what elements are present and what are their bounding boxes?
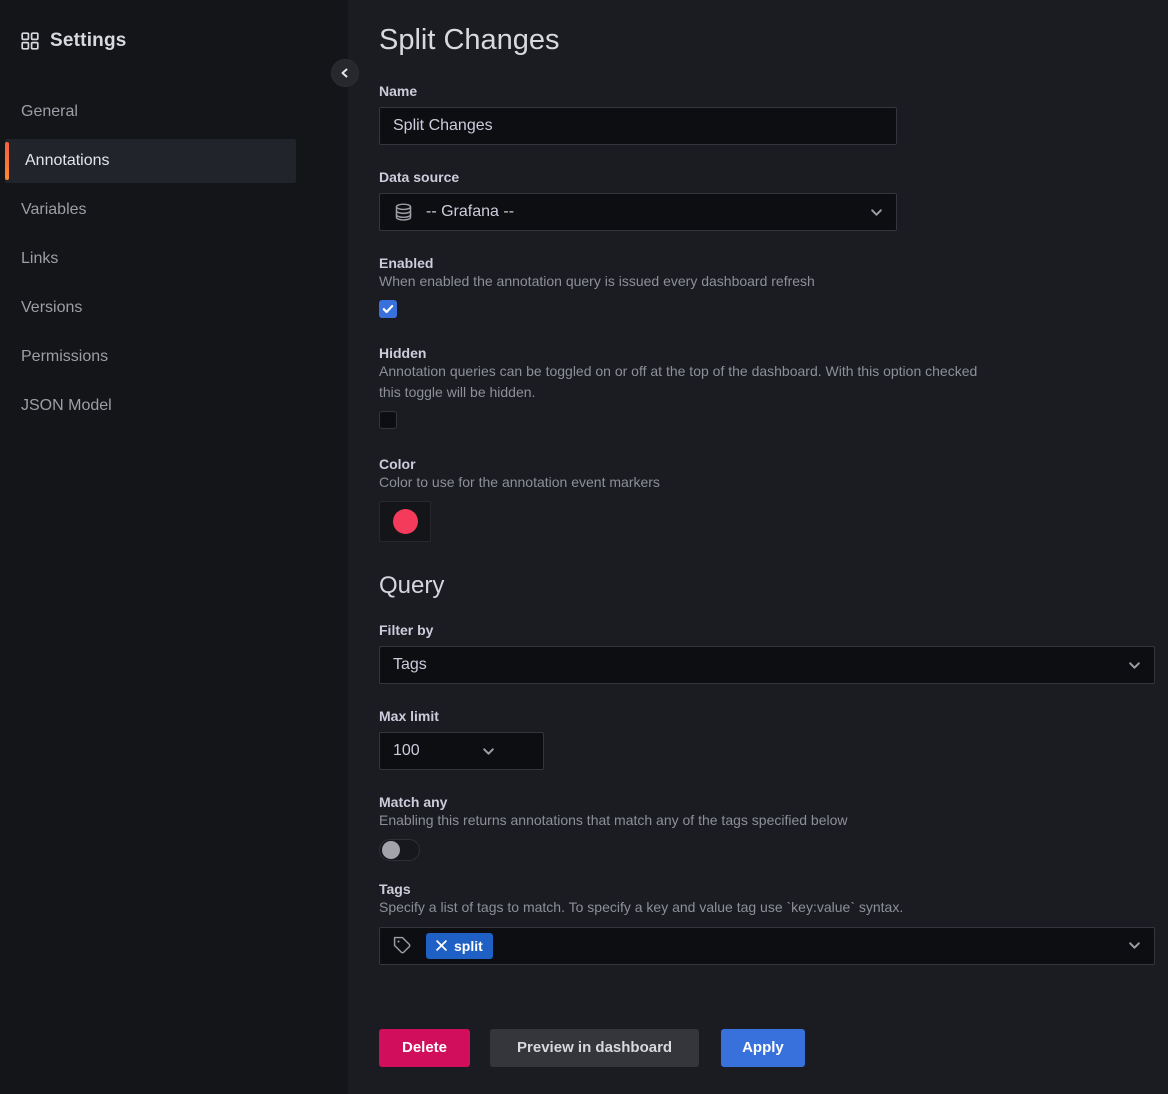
sidebar-header: Settings: [0, 0, 348, 52]
match-any-label: Match any: [379, 794, 1168, 810]
filter-by-label: Filter by: [379, 622, 1168, 638]
hidden-checkbox[interactable]: [379, 411, 397, 429]
sidebar-item-annotations[interactable]: Annotations: [5, 139, 296, 183]
enabled-field-group: Enabled When enabled the annotation quer…: [379, 255, 1168, 318]
sidebar-item-general[interactable]: General: [0, 90, 296, 134]
toggle-knob: [382, 841, 400, 859]
hidden-description: Annotation queries can be toggled on or …: [379, 361, 979, 402]
data-source-field-group: Data source -- Grafana --: [379, 169, 1168, 231]
enabled-description: When enabled the annotation query is iss…: [379, 271, 1168, 291]
color-description: Color to use for the annotation event ma…: [379, 472, 1168, 492]
settings-nav: General Annotations Variables Links Vers…: [0, 90, 348, 428]
hidden-field-group: Hidden Annotation queries can be toggled…: [379, 345, 1168, 429]
enabled-label: Enabled: [379, 255, 1168, 271]
sidebar-item-variables[interactable]: Variables: [0, 188, 296, 232]
tag-chip-split[interactable]: split: [426, 933, 493, 959]
sidebar-item-links[interactable]: Links: [0, 237, 296, 281]
match-any-field-group: Match any Enabling this returns annotati…: [379, 794, 1168, 861]
action-buttons: Delete Preview in dashboard Apply: [379, 1029, 1168, 1067]
name-label: Name: [379, 83, 1168, 99]
enabled-checkbox[interactable]: [379, 300, 397, 318]
color-label: Color: [379, 456, 1168, 472]
tags-field-group: Tags Specify a list of tags to match. To…: [379, 881, 1168, 964]
data-source-label: Data source: [379, 169, 1168, 185]
tag-chip-label: split: [454, 938, 483, 954]
page-title: Split Changes: [379, 24, 1168, 57]
chevron-down-icon: [870, 206, 883, 219]
remove-tag-icon[interactable]: [436, 940, 447, 951]
annotation-color-swatch: [393, 509, 418, 534]
delete-button[interactable]: Delete: [379, 1029, 470, 1067]
apply-button[interactable]: Apply: [721, 1029, 805, 1067]
settings-screen: Settings General Annotations Variables L…: [0, 0, 1168, 1094]
match-any-description: Enabling this returns annotations that m…: [379, 810, 1168, 830]
apps-grid-icon: [21, 32, 39, 50]
chevron-down-icon: [482, 745, 495, 758]
match-any-toggle[interactable]: [379, 839, 420, 861]
filter-by-select[interactable]: Tags: [379, 646, 1155, 684]
tags-input[interactable]: split: [379, 927, 1155, 965]
collapse-sidebar-button[interactable]: [331, 59, 359, 87]
tag-icon: [393, 936, 412, 955]
hidden-label: Hidden: [379, 345, 1168, 361]
filter-by-field-group: Filter by Tags: [379, 622, 1168, 684]
chevron-down-icon: [1128, 659, 1141, 672]
filter-by-value: Tags: [393, 656, 427, 674]
max-limit-label: Max limit: [379, 708, 1168, 724]
tags-description: Specify a list of tags to match. To spec…: [379, 897, 1168, 917]
database-icon: [393, 202, 414, 223]
settings-sidebar: Settings General Annotations Variables L…: [0, 0, 348, 1094]
checkmark-icon: [382, 303, 394, 315]
max-limit-value: 100: [393, 742, 420, 760]
chevron-left-icon: [340, 68, 350, 78]
data-source-select[interactable]: -- Grafana --: [379, 193, 897, 231]
data-source-value: -- Grafana --: [426, 203, 514, 221]
sidebar-item-json-model[interactable]: JSON Model: [0, 384, 296, 428]
name-field-group: Name: [379, 83, 1168, 145]
sidebar-title: Settings: [50, 30, 127, 52]
max-limit-field-group: Max limit 100: [379, 708, 1168, 770]
tags-label: Tags: [379, 881, 1168, 897]
max-limit-select[interactable]: 100: [379, 732, 544, 770]
chevron-down-icon: [1128, 939, 1141, 952]
sidebar-item-versions[interactable]: Versions: [0, 286, 296, 330]
color-field-group: Color Color to use for the annotation ev…: [379, 456, 1168, 542]
sidebar-item-permissions[interactable]: Permissions: [0, 335, 296, 379]
name-input[interactable]: [379, 107, 897, 145]
preview-in-dashboard-button[interactable]: Preview in dashboard: [490, 1029, 699, 1067]
annotation-editor: Split Changes Name Data source -- Grafan…: [348, 0, 1168, 1094]
query-section-title: Query: [379, 572, 1168, 600]
color-picker-button[interactable]: [379, 501, 431, 542]
